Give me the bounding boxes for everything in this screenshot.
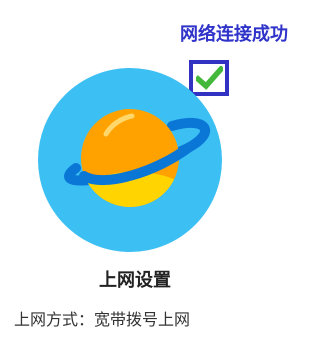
planet-icon (38, 68, 222, 252)
internet-settings-title: 上网设置 (99, 270, 171, 291)
connection-status-text: 网络连接成功 (180, 24, 288, 45)
internet-mode-line: 上网方式：宽带拨号上网 (14, 306, 190, 330)
internet-mode-label: 上网方式： (14, 310, 95, 329)
internet-mode-value: 宽带拨号上网 (94, 310, 191, 329)
internet-settings-icon-button[interactable] (38, 68, 222, 256)
internet-settings-card[interactable]: 网络连接成功 上网设置 上网方式：宽带拨号上网 (0, 0, 322, 338)
